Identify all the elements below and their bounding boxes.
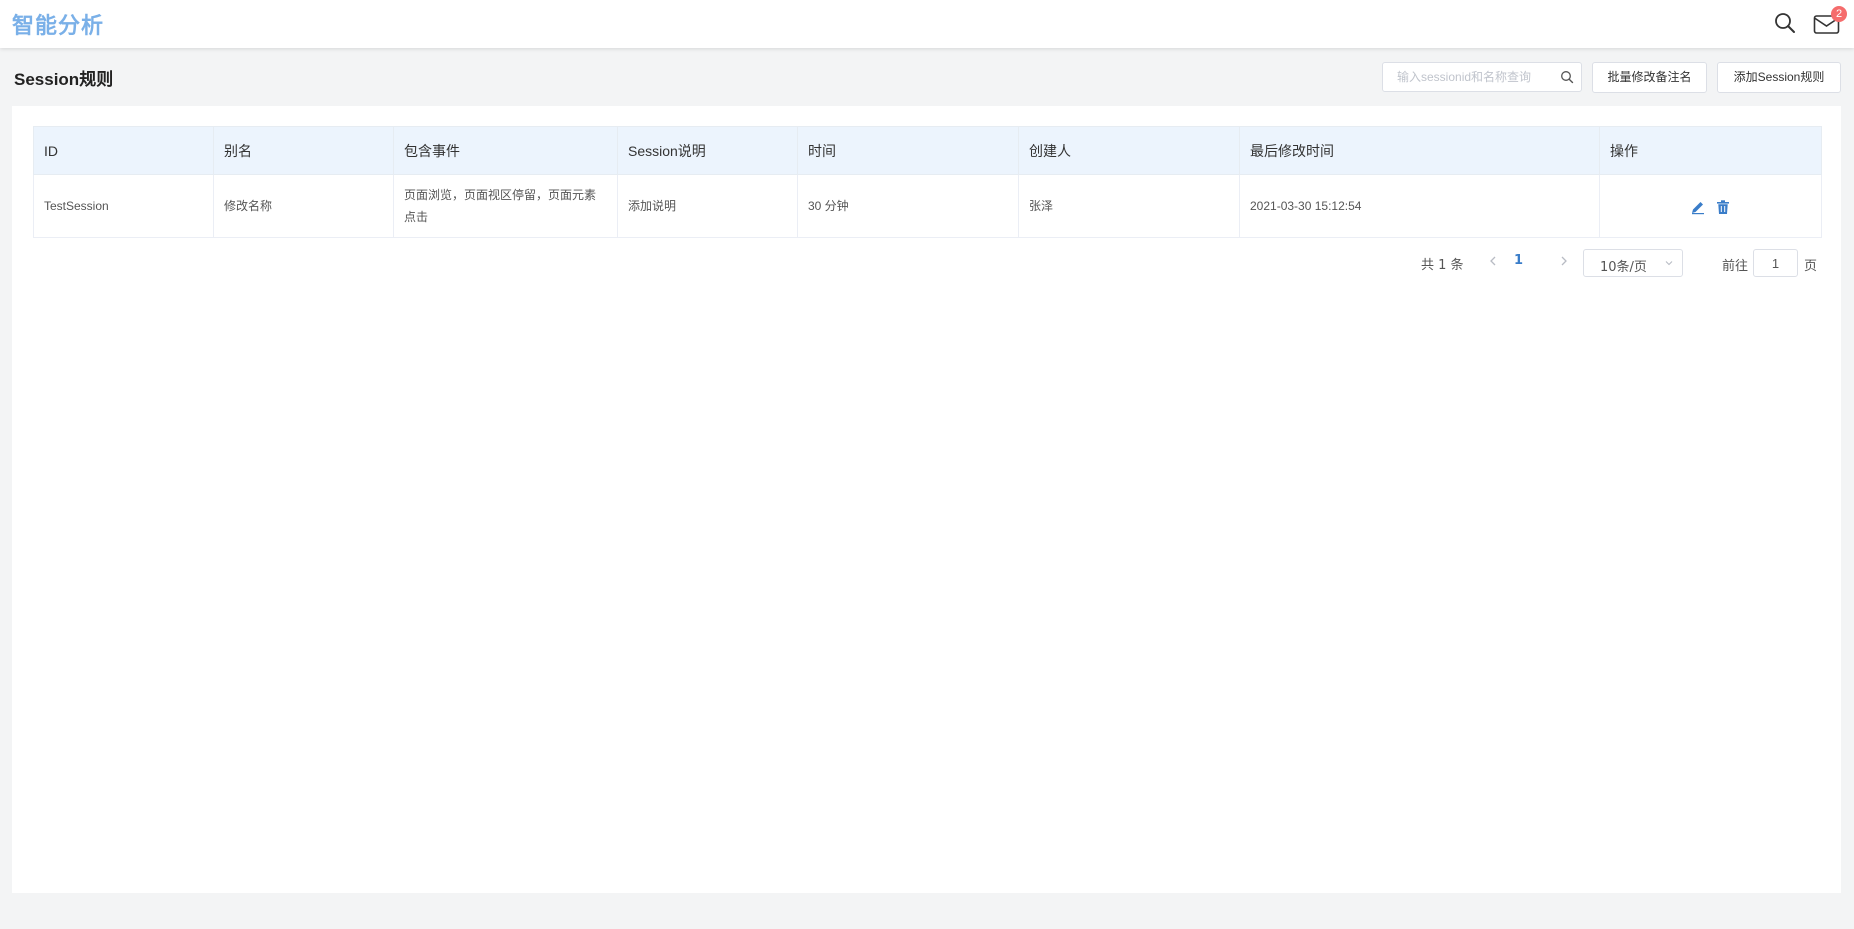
content-panel: ID 别名 包含事件 Session说明 时间 创建人 最后修改时间 操作 Te… xyxy=(12,106,1841,893)
brand-logo[interactable]: 智能分析 xyxy=(12,8,104,40)
column-header-creator: 创建人 xyxy=(1018,126,1240,175)
column-header-events: 包含事件 xyxy=(393,126,618,175)
page-title: Session规则 xyxy=(14,70,114,89)
add-description-link[interactable]: 添加说明 xyxy=(617,174,798,238)
header-mail-button[interactable]: 2 xyxy=(1813,6,1847,36)
cell-duration: 30 分钟 xyxy=(797,174,1019,238)
table-row: TestSession 修改名称 页面浏览，页面视区停留，页面元素点击 添加说明… xyxy=(33,174,1822,238)
column-header-id: ID xyxy=(33,126,214,175)
pagination-goto-input[interactable] xyxy=(1753,249,1798,277)
page-size-value: 10条/页 xyxy=(1600,260,1647,275)
column-header-duration: 时间 xyxy=(797,126,1019,175)
chevron-down-icon xyxy=(1665,261,1673,266)
header-search-button[interactable] xyxy=(1773,11,1797,35)
chevron-left-icon[interactable] xyxy=(1485,253,1501,269)
cell-modified: 2021-03-30 15:12:54 xyxy=(1239,174,1600,238)
cell-actions xyxy=(1599,174,1822,238)
column-header-actions: 操作 xyxy=(1599,126,1822,175)
cell-alias: 修改名称 xyxy=(213,174,394,238)
session-search-input[interactable] xyxy=(1383,63,1553,91)
chevron-right-icon[interactable] xyxy=(1556,253,1572,269)
pagination-total: 共 1 条 xyxy=(1421,258,1464,273)
pagination-page-1[interactable]: 1 xyxy=(1514,253,1523,268)
page-size-select[interactable]: 10条/页 xyxy=(1583,249,1683,277)
column-header-alias: 别名 xyxy=(213,126,394,175)
table-header-row: ID 别名 包含事件 Session说明 时间 创建人 最后修改时间 操作 xyxy=(33,126,1822,175)
mail-badge: 2 xyxy=(1831,6,1847,22)
edit-icon[interactable] xyxy=(1690,199,1706,215)
add-session-rule-button[interactable]: 添加Session规则 xyxy=(1717,62,1841,93)
session-search[interactable] xyxy=(1382,62,1582,92)
cell-events: 页面浏览，页面视区停留，页面元素点击 xyxy=(393,174,618,238)
top-header: 智能分析 2 xyxy=(0,0,1854,48)
pagination-page-suffix: 页 xyxy=(1804,259,1818,274)
cell-id: TestSession xyxy=(33,174,214,238)
column-header-modified: 最后修改时间 xyxy=(1239,126,1600,175)
session-rules-table: ID 别名 包含事件 Session说明 时间 创建人 最后修改时间 操作 Te… xyxy=(33,126,1822,238)
column-header-description: Session说明 xyxy=(617,126,798,175)
search-icon[interactable] xyxy=(1560,70,1574,84)
cell-creator: 张泽 xyxy=(1018,174,1240,238)
search-icon xyxy=(1775,13,1795,33)
pagination-goto-label: 前往 xyxy=(1722,259,1749,274)
trash-icon[interactable] xyxy=(1715,199,1731,215)
batch-edit-remark-button[interactable]: 批量修改备注名 xyxy=(1592,62,1707,93)
